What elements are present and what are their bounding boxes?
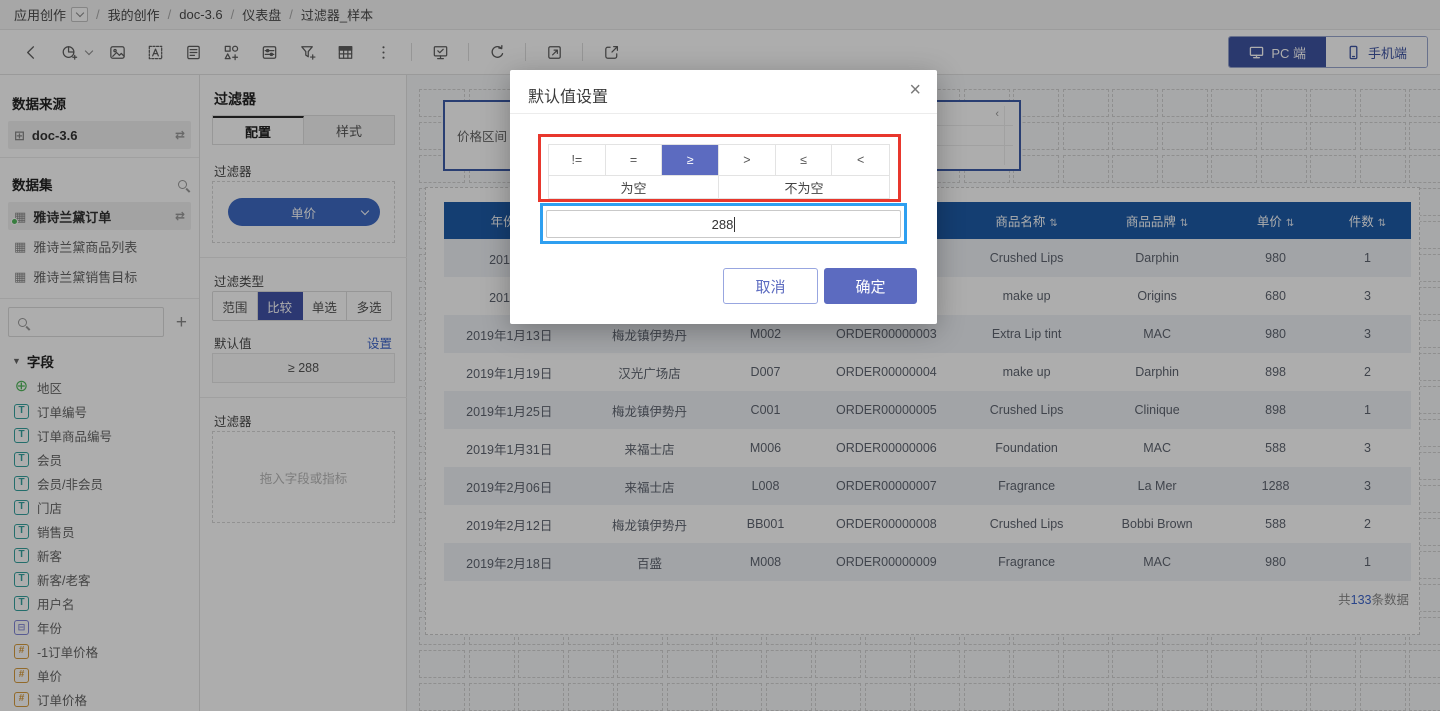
default-value-dialog: 默认值设置 × != = ≥ > ≤ < <box>510 70 937 324</box>
operator-row: != = ≥ > ≤ < <box>549 145 889 175</box>
default-value-input[interactable]: 288 <box>546 210 901 238</box>
empty-option[interactable]: 不为空 <box>719 176 889 198</box>
app-window: 应用创作 / 我的创作 / doc-3.6 / 仪表盘 / 过滤器_样本 <box>0 0 1440 711</box>
operator-option[interactable]: != <box>549 145 606 175</box>
empty-option[interactable]: 为空 <box>549 176 719 198</box>
confirm-button[interactable]: 确定 <box>824 268 917 304</box>
operator-option[interactable]: ≤ <box>776 145 833 175</box>
dialog-title: 默认值设置 <box>528 83 608 107</box>
divider <box>510 113 937 114</box>
operator-option[interactable]: < <box>832 145 889 175</box>
operator-option[interactable]: > <box>719 145 776 175</box>
close-icon[interactable]: × <box>909 80 921 100</box>
operator-group: != = ≥ > ≤ < 为空 不为空 <box>548 144 890 199</box>
operator-option[interactable]: ≥ <box>662 145 719 175</box>
text-caret <box>734 217 735 232</box>
cancel-button[interactable]: 取消 <box>723 268 818 304</box>
empty-option-row: 为空 不为空 <box>549 175 889 198</box>
operator-option[interactable]: = <box>606 145 663 175</box>
